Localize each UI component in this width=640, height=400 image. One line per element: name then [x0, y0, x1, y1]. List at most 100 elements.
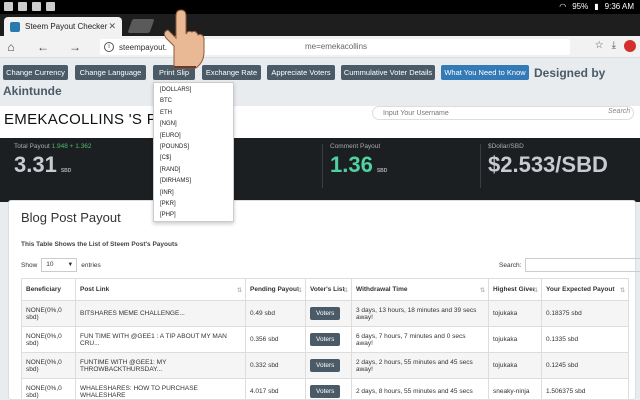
- cummulative-voter-details-button[interactable]: Cummulative Voter Details: [341, 65, 435, 80]
- entries-select[interactable]: 10 ▼: [41, 258, 78, 272]
- column-header-voters-list[interactable]: Voter's List ⇅: [305, 278, 352, 301]
- entries-control: Show 10 ▼ entries: [21, 258, 101, 272]
- table-row: NONE(0%,0 sbd) BITSHARES MEME CHALLENGE.…: [21, 300, 629, 327]
- rate-stat: $Dollar/SBD $2.533/SBD: [488, 143, 608, 178]
- browser-tab[interactable]: Steem Payout Checker ✕: [4, 17, 122, 36]
- expected-payout-cell: 0.18375 sbd: [541, 300, 629, 327]
- voters-button[interactable]: Voters: [310, 385, 341, 398]
- post-link[interactable]: FUN TIME WITH @GEE1 : A TIP ABOUT MY MAN…: [75, 326, 246, 353]
- pending-payout-cell: 4.017 sbd: [245, 378, 306, 400]
- dropdown-item-btc[interactable]: BTC: [154, 96, 233, 107]
- table-search: Search:: [499, 258, 640, 272]
- dropdown-item-pounds[interactable]: [POUNDS]: [154, 142, 233, 153]
- card-title: Blog Post Payout: [21, 210, 121, 225]
- pending-payout-cell: 0.332 sbd: [245, 352, 306, 379]
- highest-giver-cell: tojukaka: [488, 352, 542, 379]
- column-header-beneficiary[interactable]: Beneficiary: [21, 278, 76, 301]
- star-icon[interactable]: ☆: [595, 40, 604, 52]
- download-icon[interactable]: ⤓: [612, 40, 616, 52]
- download-notification-icon: [46, 2, 55, 11]
- dropdown-item-rand[interactable]: [RAND]: [154, 165, 233, 176]
- show-label: Show: [21, 261, 38, 269]
- designer-name: Akintunde: [3, 84, 62, 98]
- column-header-withdrawal-time[interactable]: Withdrawal Time ⇅: [351, 278, 489, 301]
- sort-icon: ⇅: [296, 288, 302, 294]
- new-tab-button[interactable]: [127, 19, 155, 33]
- comment-payout-label: Comment Payout: [330, 143, 381, 150]
- column-header-post-link[interactable]: Post Link ⇅: [75, 278, 246, 301]
- dropdown-item-php[interactable]: [PHP]: [154, 210, 233, 221]
- expected-payout-cell: 0.1335 sbd: [541, 326, 629, 353]
- highest-giver-cell: sneaky-ninja: [488, 378, 542, 400]
- column-header-expected-payout[interactable]: Your Expected Payout ⇅: [541, 278, 629, 301]
- voters-cell: Voters: [305, 378, 352, 400]
- clock: 9:36 AM: [604, 2, 634, 11]
- post-link[interactable]: BITSHARES MEME CHALLENGE...: [75, 300, 246, 327]
- comment-payout-value: 1.36: [330, 152, 373, 177]
- table-header-row: Beneficiary Post Link ⇅ Pending Payout ⇅ V…: [21, 278, 629, 301]
- blog-payout-card: Blog Post Payout This Table Shows the Li…: [8, 200, 640, 400]
- dropdown-item-pkr[interactable]: [PKR]: [154, 199, 233, 210]
- voters-button[interactable]: Voters: [310, 333, 341, 346]
- sort-icon: ⇅: [532, 288, 538, 294]
- post-link[interactable]: WHALESHARES: HOW TO PURCHASE WHALESHARE: [75, 378, 246, 400]
- dropdown-item-eth[interactable]: ETH: [154, 108, 233, 119]
- dropdown-item-inr[interactable]: [INR]: [154, 188, 233, 199]
- status-bar: ◠ 95% ▮ 9:36 AM: [0, 0, 640, 14]
- beneficiary-cell: NONE(0%,0 sbd): [21, 300, 76, 327]
- battery-icon: ▮: [594, 2, 599, 11]
- table-search-input[interactable]: [525, 258, 640, 272]
- username-input[interactable]: [372, 106, 634, 120]
- total-payout-detail: 1.948 + 1.362: [51, 143, 92, 150]
- beneficiary-cell: NONE(0%,0 sbd): [21, 326, 76, 353]
- table-row: NONE(0%,0 sbd) WHALESHARES: HOW TO PURCH…: [21, 378, 629, 400]
- comment-payout-unit: SBD: [376, 168, 388, 174]
- browser-shield-icon[interactable]: [624, 40, 636, 52]
- dropdown-item-dollars[interactable]: [DOLLARS]: [154, 85, 233, 96]
- exchange-rate-button[interactable]: Exchange Rate: [202, 65, 261, 80]
- column-header-pending-payout[interactable]: Pending Payout ⇅: [245, 278, 306, 301]
- dropdown-item-ngn[interactable]: [NGN]: [154, 119, 233, 130]
- withdrawal-time-cell: 2 days, 2 hours, 55 minutes and 45 secs …: [351, 352, 489, 379]
- expected-payout-cell: 0.1245 sbd: [541, 352, 629, 379]
- stats-panel: Total Payout 1.948 + 1.362 3.31 SBD Comme…: [0, 138, 640, 202]
- dropdown-item-dirhams[interactable]: [DIRHAMS]: [154, 176, 233, 187]
- change-language-button[interactable]: Change Language: [75, 65, 146, 80]
- notification-icons: [4, 2, 55, 11]
- back-icon[interactable]: ←: [32, 40, 54, 54]
- info-icon[interactable]: i: [104, 42, 114, 52]
- rate-label: $Dollar/SBD: [488, 143, 524, 150]
- dropdown-item-euro[interactable]: [EURO]: [154, 131, 233, 142]
- column-header-highest-giver[interactable]: Highest Giver ⇅: [488, 278, 542, 301]
- search-label: Search:: [499, 261, 522, 269]
- post-link[interactable]: FUNTIME WITH @GEE1: MY THROWBACKTHURSDAY…: [75, 352, 246, 379]
- highest-giver-cell: tojukaka: [488, 300, 542, 327]
- battery-percent: 95%: [572, 2, 589, 11]
- gmail-notification-icon: [18, 2, 27, 11]
- total-payout-unit: SBD: [60, 168, 72, 174]
- appreciate-voters-button[interactable]: Appreciate Voters: [267, 65, 335, 80]
- table-row: NONE(0%,0 sbd) FUNTIME WITH @GEE1: MY TH…: [21, 352, 629, 379]
- table-row: NONE(0%,0 sbd) FUN TIME WITH @GEE1 : A T…: [21, 326, 629, 353]
- print-slip-dropdown: [DOLLARS] BTC ETH [NGN] [EURO] [POUNDS] …: [153, 82, 234, 222]
- username-search-button[interactable]: Search: [608, 108, 630, 115]
- page-navbar: Change Currency Change Language Print Sl…: [0, 58, 640, 106]
- designed-by-label: Designed by: [534, 66, 606, 80]
- beneficiary-cell: NONE(0%,0 sbd): [21, 352, 76, 379]
- payout-table: Beneficiary Post Link ⇅ Pending Payout ⇅ V…: [21, 278, 629, 400]
- dropdown-item-cad[interactable]: [C$]: [154, 153, 233, 164]
- sort-icon: ⇅: [479, 288, 485, 294]
- voters-button[interactable]: Voters: [310, 307, 341, 320]
- what-you-need-to-know-button[interactable]: What You Need to Know: [441, 65, 529, 80]
- total-payout-value: 3.31: [14, 152, 57, 177]
- change-currency-button[interactable]: Change Currency: [3, 65, 68, 80]
- voters-cell: Voters: [305, 326, 352, 353]
- forward-icon[interactable]: →: [64, 40, 86, 54]
- expected-payout-cell: 1.506375 sbd: [541, 378, 629, 400]
- image-notification-icon: [4, 2, 13, 11]
- close-icon[interactable]: ✕: [108, 21, 116, 32]
- sort-icon: ⇅: [342, 288, 348, 294]
- home-icon[interactable]: ⌂: [0, 40, 22, 54]
- withdrawal-time-cell: 3 days, 13 hours, 18 minutes and 39 secs…: [351, 300, 489, 327]
- voters-button[interactable]: Voters: [310, 359, 341, 372]
